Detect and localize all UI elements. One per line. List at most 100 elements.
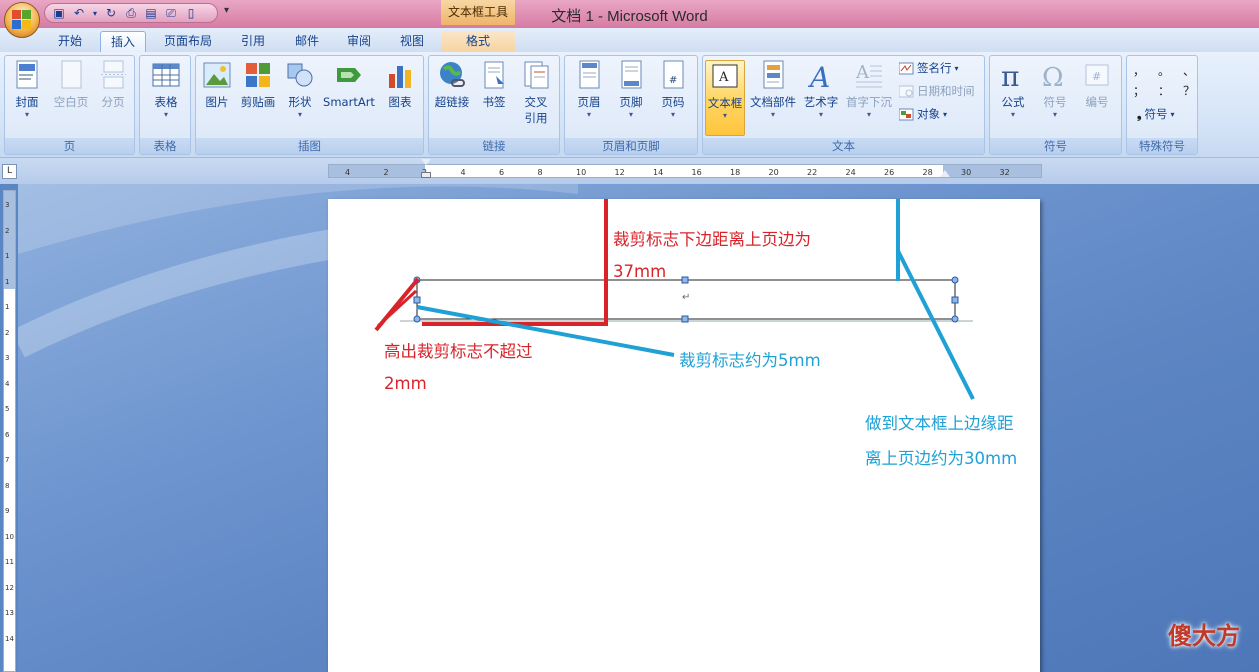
cover-page-button[interactable]: 封面 ▾	[7, 60, 47, 120]
footer-button[interactable]: 页脚 ▾	[611, 60, 651, 120]
special-char[interactable]: ；	[1133, 82, 1145, 99]
tab-references[interactable]: 引用	[233, 31, 273, 52]
smartart-button[interactable]: SmartArt	[320, 60, 378, 110]
cross-reference-button[interactable]: 交叉 引用	[515, 60, 557, 126]
textbox-button[interactable]: A 文本框 ▾	[705, 60, 745, 136]
chart-button[interactable]: 图表	[380, 60, 420, 110]
right-indent-marker[interactable]	[940, 170, 950, 177]
tab-insert[interactable]: 插入	[100, 31, 146, 52]
group-label-links: 链接	[429, 138, 559, 154]
table-button[interactable]: 表格 ▾	[144, 60, 188, 120]
first-line-indent-marker[interactable]	[421, 159, 431, 165]
vertical-ruler-tick-label: 8	[5, 481, 10, 490]
page-break-button[interactable]: 分页	[93, 60, 133, 110]
signature-line-icon	[898, 62, 914, 75]
group-pages: 封面 ▾ 空白页 分页 页	[4, 55, 135, 155]
special-char[interactable]: ：	[1158, 82, 1170, 99]
ruler-tick-label: 2	[383, 168, 389, 177]
tab-review[interactable]: 审阅	[339, 31, 379, 52]
resize-handle[interactable]	[951, 315, 959, 323]
annotation-red-bottom-line1: 高出裁剪标志不超过	[384, 342, 533, 361]
object-button[interactable]: 对象 ▾	[898, 106, 947, 122]
hyperlink-icon	[438, 60, 466, 90]
textbox-icon: A	[711, 61, 739, 91]
hyperlink-button[interactable]: 超链接	[431, 60, 473, 110]
wordart-button[interactable]: A 艺术字 ▾	[799, 60, 843, 120]
group-label-text: 文本	[703, 138, 984, 154]
omega-icon: Ω	[1041, 60, 1069, 93]
blue-pointer-line	[896, 250, 975, 400]
group-label-pages: 页	[5, 138, 134, 154]
ruler-tick-label: 24	[845, 168, 856, 177]
quick-parts-icon	[759, 60, 787, 90]
quick-parts-button[interactable]: 文档部件 ▾	[747, 60, 799, 120]
chevron-down-icon: ▾	[586, 110, 591, 119]
annotation-blue-mid: 裁剪标志约为5mm	[679, 351, 821, 370]
resize-handle[interactable]	[413, 296, 421, 304]
chevron-down-icon: ▾	[954, 63, 959, 73]
chevron-down-icon: ▾	[628, 110, 633, 119]
resize-handle[interactable]	[681, 315, 689, 323]
chevron-down-icon: ▾	[818, 110, 823, 119]
number-button[interactable]: # 编号	[1076, 60, 1118, 110]
bookmark-button[interactable]: 书签	[475, 60, 513, 110]
office-button[interactable]	[4, 2, 40, 38]
tab-home[interactable]: 开始	[50, 31, 90, 52]
chevron-down-icon: ▾	[866, 110, 871, 119]
shapes-button[interactable]: 形状 ▾	[282, 60, 318, 120]
header-button[interactable]: 页眉 ▾	[569, 60, 609, 120]
ruler-tick-label: 4	[460, 168, 466, 177]
vertical-ruler-tick-label: 2	[5, 226, 10, 235]
date-time-icon	[898, 85, 914, 98]
annotation-blue-right-line1: 做到文本框上边缘距	[865, 414, 1014, 433]
clipart-button[interactable]: 剪贴画	[236, 60, 280, 110]
equation-button[interactable]: π 公式 ▾	[992, 60, 1034, 120]
footer-icon	[617, 60, 645, 90]
ruler-tick-label: 26	[884, 168, 895, 177]
chart-icon	[386, 60, 414, 90]
signature-line-button[interactable]: 签名行 ▾	[898, 60, 959, 76]
svg-text:A: A	[855, 62, 870, 83]
special-char[interactable]: ，	[1133, 62, 1145, 79]
special-chars-row1: ， 。 、	[1133, 62, 1195, 79]
resize-handle[interactable]	[951, 296, 959, 304]
drop-cap-button[interactable]: A 首字下沉 ▾	[843, 60, 895, 120]
special-char[interactable]: ？	[1183, 82, 1195, 99]
vertical-ruler-tick-label: 12	[5, 583, 14, 592]
title-bar: ▣ ↶ ▾ ↻ ⎙ ▤ ⎚ ▯ ▾ 文本框工具 文档 1 - Microsoft…	[0, 0, 1259, 28]
blank-page-button[interactable]: 空白页	[49, 60, 93, 110]
resize-handle[interactable]	[951, 276, 959, 284]
date-time-button[interactable]: 日期和时间	[898, 83, 975, 99]
left-indent-marker[interactable]	[421, 172, 431, 178]
tab-view[interactable]: 视图	[392, 31, 432, 52]
tab-page-layout[interactable]: 页面布局	[158, 31, 218, 52]
special-char[interactable]: 。	[1158, 62, 1170, 79]
wordart-icon: A	[807, 60, 835, 94]
resize-handle[interactable]	[413, 315, 421, 323]
special-symbol-button[interactable]: ❟ 符号 ▾	[1137, 106, 1175, 122]
special-char[interactable]: 、	[1183, 62, 1195, 79]
ruler-tick-label: 10	[576, 168, 587, 177]
resize-handle[interactable]	[681, 276, 689, 284]
vertical-ruler[interactable]: 3 2 1 1 1 2 3 4 5 6 7 8 9 10 11 12 13 14	[3, 190, 16, 672]
tab-format[interactable]: 格式	[441, 31, 515, 52]
picture-button[interactable]: 图片	[198, 60, 236, 110]
page-number-button[interactable]: # 页码 ▾	[653, 60, 693, 120]
ruler-tick-label: 32	[999, 168, 1010, 177]
clipart-icon	[244, 60, 272, 90]
chevron-down-icon: ▾	[163, 110, 168, 119]
vertical-ruler-tick-label: 14	[5, 634, 14, 643]
drop-cap-icon: A	[855, 60, 883, 90]
group-illustrations: 图片 剪贴画 形状 ▾ SmartArt 图表 插图	[195, 55, 424, 155]
symbol-button[interactable]: Ω 符号 ▾	[1034, 60, 1076, 120]
tab-selector[interactable]: L	[2, 164, 17, 179]
vertical-ruler-tick-label: 11	[5, 558, 14, 566]
cover-page-icon	[13, 60, 41, 90]
paragraph-mark: ↵	[682, 292, 691, 303]
horizontal-ruler[interactable]: 422468101214161820222426283032	[328, 159, 1042, 178]
vertical-ruler-tick-label: 1	[5, 252, 10, 260]
ruler-tick-label: 4	[345, 168, 351, 177]
tab-mailings[interactable]: 邮件	[287, 31, 327, 52]
group-symbols: π 公式 ▾ Ω 符号 ▾ # 编号 符号	[989, 55, 1122, 155]
cross-reference-icon	[522, 60, 550, 90]
